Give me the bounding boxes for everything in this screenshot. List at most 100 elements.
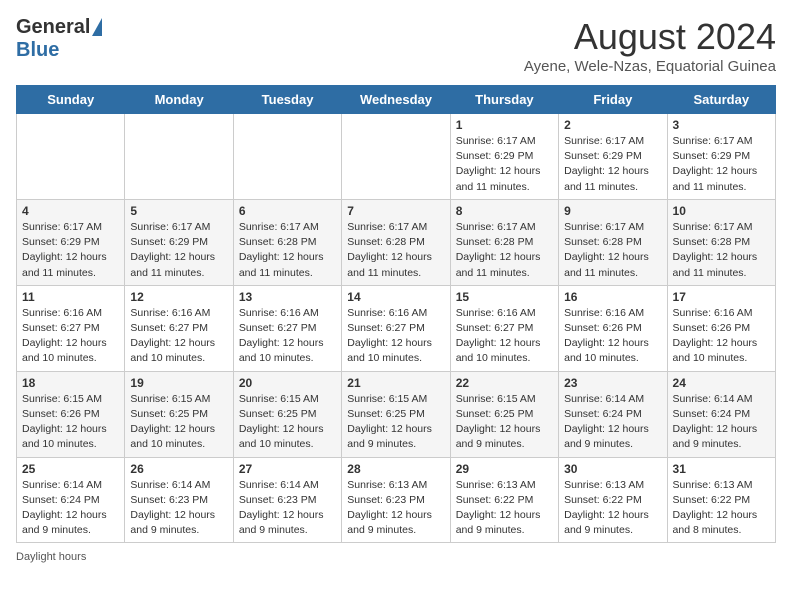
sunset: Sunset: 6:22 PM [456, 494, 534, 506]
day-header-saturday: Saturday [667, 86, 775, 114]
sunset: Sunset: 6:24 PM [564, 408, 642, 420]
day-cell-3: 3Sunrise: 6:17 AMSunset: 6:29 PMDaylight… [667, 114, 775, 200]
sunrise: Sunrise: 6:15 AM [130, 393, 210, 405]
daylight: Daylight: 12 hours and 10 minutes. [22, 337, 107, 364]
day-info: Sunrise: 6:14 AMSunset: 6:24 PMDaylight:… [22, 478, 119, 539]
day-info: Sunrise: 6:15 AM Sunset: 6:25 PM Daylight:… [347, 392, 444, 453]
day-info: Sunrise: 6:16 AMSunset: 6:27 PMDaylight:… [456, 306, 553, 367]
sunset: Sunset: 6:25 PM [347, 408, 425, 420]
daylight: Daylight: 12 hours and 8 minutes. [673, 509, 758, 536]
sunrise: Sunrise: 6:14 AM [130, 479, 210, 491]
sunrise: Sunrise: 6:15 AM [456, 393, 536, 405]
day-info: Sunrise: 6:16 AMSunset: 6:27 PMDaylight:… [347, 306, 444, 367]
day-info: Sunrise: 6:15 AMSunset: 6:26 PMDaylight:… [22, 392, 119, 453]
sunset: Sunset: 6:28 PM [564, 236, 642, 248]
sunset: Sunset: 6:27 PM [130, 322, 208, 334]
sunset: Sunset: 6:29 PM [564, 150, 642, 162]
day-cell-4: 4Sunrise: 6:17 AMSunset: 6:29 PMDaylight… [17, 199, 125, 285]
day-cell-20: 20Sunrise: 6:15 AMSunset: 6:25 PMDayligh… [233, 371, 341, 457]
day-info: Sunrise: 6:17 AM Sunset: 6:28 PM Daylight:… [564, 220, 661, 281]
daylight: Daylight: 12 hours and 9 minutes. [564, 509, 649, 536]
sunset: Sunset: 6:27 PM [347, 322, 425, 334]
sunrise: Sunrise: 6:17 AM [673, 221, 753, 233]
sunrise: Sunrise: 6:16 AM [564, 307, 644, 319]
sunrise: Sunrise: 6:16 AM [22, 307, 102, 319]
day-info: Sunrise: 6:16 AMSunset: 6:27 PMDaylight:… [130, 306, 227, 367]
day-info: Sunrise: 6:17 AMSunset: 6:28 PMDaylight:… [456, 220, 553, 281]
sunset: Sunset: 6:25 PM [130, 408, 208, 420]
sunrise: Sunrise: 6:15 AM [347, 393, 427, 405]
daylight: Daylight: 12 hours and 11 minutes. [239, 251, 324, 278]
day-info: Sunrise: 6:17 AMSunset: 6:29 PMDaylight:… [456, 134, 553, 195]
day-cell-8: 8Sunrise: 6:17 AMSunset: 6:28 PMDaylight… [450, 199, 558, 285]
sunrise: Sunrise: 6:17 AM [456, 221, 536, 233]
sunrise: Sunrise: 6:13 AM [347, 479, 427, 491]
sunset: Sunset: 6:25 PM [239, 408, 317, 420]
sunrise: Sunrise: 6:17 AM [564, 221, 644, 233]
day-cell-6: 6Sunrise: 6:17 AMSunset: 6:28 PMDaylight… [233, 199, 341, 285]
day-info: Sunrise: 6:17 AMSunset: 6:29 PMDaylight:… [130, 220, 227, 281]
sunrise: Sunrise: 6:17 AM [456, 135, 536, 147]
day-cell-17: 17Sunrise: 6:16 AMSunset: 6:26 PMDayligh… [667, 285, 775, 371]
day-info: Sunrise: 6:17 AMSunset: 6:29 PMDaylight:… [564, 134, 661, 195]
day-number: 9 [564, 204, 661, 218]
day-cell-23: 23Sunrise: 6:14 AMSunset: 6:24 PMDayligh… [559, 371, 667, 457]
day-cell-18: 18 Sunrise: 6:15 AMSunset: 6:26 PMDayligh… [17, 371, 125, 457]
day-info: Sunrise: 6:14 AMSunset: 6:24 PMDaylight:… [673, 392, 770, 453]
daylight: Daylight: 12 hours and 11 minutes. [456, 165, 541, 192]
logo-blue-text: Blue [16, 39, 59, 62]
daylight: Daylight: 12 hours and 9 minutes. [347, 509, 432, 536]
sunset: Sunset: 6:28 PM [456, 236, 534, 248]
day-number: 8 [456, 204, 553, 218]
day-info: Sunrise: 6:13 AM Sunset: 6:23 PM Daylight:… [347, 478, 444, 539]
day-cell-24: 24Sunrise: 6:14 AMSunset: 6:24 PMDayligh… [667, 371, 775, 457]
day-number: 16 [564, 290, 661, 304]
day-cell-19: 19Sunrise: 6:15 AMSunset: 6:25 PMDayligh… [125, 371, 233, 457]
week-row-2: 4Sunrise: 6:17 AMSunset: 6:29 PMDaylight… [17, 199, 776, 285]
sunset: Sunset: 6:23 PM [347, 494, 425, 506]
day-header-wednesday: Wednesday [342, 86, 450, 114]
sunrise: Sunrise: 6:17 AM [564, 135, 644, 147]
sunrise: Sunrise: 6:14 AM [564, 393, 644, 405]
sunrise: Sunrise: 6:13 AM [673, 479, 753, 491]
sunrise: Sunrise: 6:13 AM [456, 479, 536, 491]
sunset: Sunset: 6:23 PM [239, 494, 317, 506]
day-number: 19 [130, 376, 227, 390]
day-number: 7 [347, 204, 444, 218]
day-info: Sunrise: 6:15 AMSunset: 6:25 PMDaylight:… [456, 392, 553, 453]
sunset: Sunset: 6:28 PM [673, 236, 751, 248]
day-number: 11 [22, 290, 119, 304]
sunset: Sunset: 6:26 PM [22, 408, 100, 420]
day-header-friday: Friday [559, 86, 667, 114]
sunset: Sunset: 6:25 PM [456, 408, 534, 420]
sunrise: Sunrise: 6:16 AM [456, 307, 536, 319]
daylight: Daylight: 12 hours and 11 minutes. [564, 251, 649, 278]
day-header-thursday: Thursday [450, 86, 558, 114]
daylight: Daylight: 12 hours and 11 minutes. [130, 251, 215, 278]
sunrise: Sunrise: 6:14 AM [239, 479, 319, 491]
day-cell-11: 11Sunrise: 6:16 AMSunset: 6:27 PMDayligh… [17, 285, 125, 371]
day-number: 15 [456, 290, 553, 304]
day-info: Sunrise: 6:17 AMSunset: 6:29 PMDaylight:… [22, 220, 119, 281]
day-header-sunday: Sunday [17, 86, 125, 114]
day-number: 1 [456, 118, 553, 132]
sunrise: Sunrise: 6:14 AM [22, 479, 102, 491]
day-number: 2 [564, 118, 661, 132]
sunrise: Sunrise: 6:17 AM [673, 135, 753, 147]
week-row-1: 1Sunrise: 6:17 AMSunset: 6:29 PMDaylight… [17, 114, 776, 200]
day-cell-9: 9 Sunrise: 6:17 AM Sunset: 6:28 PM Daylight… [559, 199, 667, 285]
daylight: Daylight: 12 hours and 10 minutes. [22, 423, 107, 450]
day-info: Sunrise: 6:16 AMSunset: 6:27 PMDaylight:… [239, 306, 336, 367]
daylight: Daylight: 12 hours and 9 minutes. [347, 423, 432, 450]
day-cell-13: 13Sunrise: 6:16 AMSunset: 6:27 PMDayligh… [233, 285, 341, 371]
day-info: Sunrise: 6:14 AMSunset: 6:24 PMDaylight:… [564, 392, 661, 453]
day-info: Sunrise: 6:13 AMSunset: 6:22 PMDaylight:… [564, 478, 661, 539]
day-number: 18 [22, 376, 119, 390]
day-info: Sunrise: 6:16 AMSunset: 6:26 PMDaylight:… [564, 306, 661, 367]
daylight: Daylight: 12 hours and 10 minutes. [239, 337, 324, 364]
day-info: Sunrise: 6:17 AMSunset: 6:28 PMDaylight:… [239, 220, 336, 281]
sunset: Sunset: 6:29 PM [130, 236, 208, 248]
logo-triangle-icon [92, 18, 102, 36]
day-cell-28: 28Sunrise: 6:13 AMSunset: 6:23 PMDayligh… [342, 457, 450, 543]
sunrise: Sunrise: 6:16 AM [347, 307, 427, 319]
